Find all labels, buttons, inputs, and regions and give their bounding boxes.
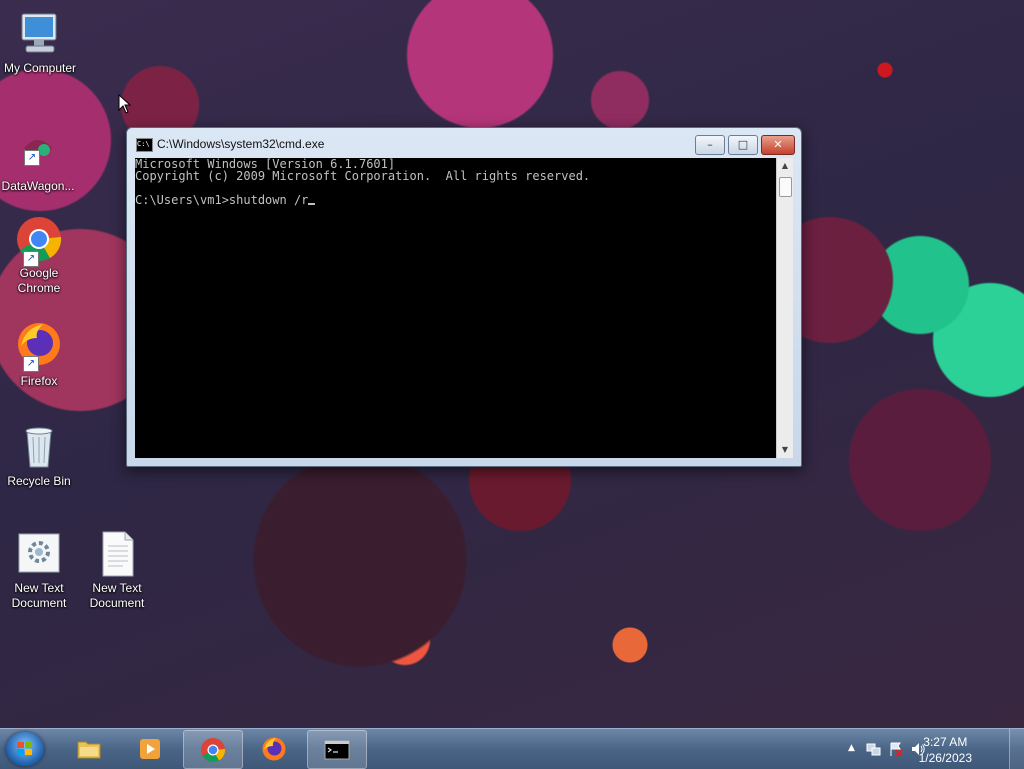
computer-icon — [16, 10, 64, 58]
desktop-icon-label: Firefox — [20, 374, 58, 388]
clock[interactable]: 3:27 AM 1/26/2023 — [919, 734, 972, 766]
taskbar-explorer-button[interactable] — [60, 730, 118, 767]
folder-icon — [77, 741, 101, 759]
scroll-up-arrow-icon[interactable]: ▲ — [777, 158, 793, 174]
network-icon[interactable] — [866, 741, 882, 757]
show-hidden-icons-arrow[interactable]: ▲ — [848, 743, 855, 753]
desktop-icon-recycle-bin[interactable]: Recycle Bin — [0, 423, 79, 489]
clock-time: 3:27 AM — [923, 735, 968, 749]
maximize-button[interactable]: □ — [728, 135, 758, 155]
shortcut-arrow-icon: ↗ — [23, 251, 39, 267]
console-line: Copyright (c) 2009 Microsoft Corporation… — [135, 169, 591, 183]
taskbar-firefox-button[interactable] — [245, 730, 303, 767]
command-prompt-icon — [324, 740, 350, 760]
desktop-icon-datawagon[interactable]: ↗ DataWagon... — [0, 128, 78, 194]
firefox-icon — [262, 737, 286, 761]
settings-document-icon — [15, 530, 63, 578]
clock-date: 1/26/2023 — [918, 751, 972, 765]
minimize-button[interactable]: – — [695, 135, 725, 155]
text-cursor — [308, 203, 316, 205]
windows-logo-icon — [17, 742, 33, 756]
action-center-flag-icon[interactable] — [888, 741, 904, 757]
chrome-icon: ↗ — [15, 215, 63, 267]
chrome-icon — [201, 738, 226, 763]
console-prompt-line: C:\Users\vm1>shutdown /r — [135, 194, 776, 206]
start-button[interactable] — [6, 732, 44, 766]
scroll-down-arrow-icon[interactable]: ▼ — [777, 442, 793, 458]
desktop-icon-google-chrome[interactable]: ↗ Google Chrome — [0, 215, 79, 296]
desktop-icon-new-text-document-1[interactable]: New Text Document — [0, 530, 79, 611]
shortcut-arrow-icon: ↗ — [24, 150, 40, 166]
taskbar: ▲ 3:27 AM 1/26/2023 — [0, 728, 1024, 769]
desktop-icon-firefox[interactable]: ↗ Firefox — [0, 320, 79, 389]
media-player-icon — [140, 739, 160, 759]
desktop-icon-label: DataWagon... — [1, 179, 75, 193]
taskbar-chrome-button[interactable] — [183, 730, 243, 769]
shortcut-arrow-icon: ↗ — [23, 356, 39, 372]
desktop-icon-label: Recycle Bin — [7, 474, 71, 488]
mouse-pointer-icon — [118, 94, 132, 114]
desktop-icon-new-text-document-2[interactable]: New Text Document — [77, 530, 157, 611]
title-bar[interactable]: C:\ C:\Windows\system32\cmd.exe – □ ✕ — [127, 128, 801, 158]
firefox-icon: ↗ — [15, 320, 63, 372]
desktop-icon-label: My Computer — [3, 61, 77, 75]
datawagon-icon: ↗ — [14, 128, 62, 176]
close-button[interactable]: ✕ — [761, 135, 795, 155]
desktop-icon-label: Google Chrome — [17, 266, 61, 295]
vertical-scrollbar[interactable]: ▲ ▼ — [776, 158, 793, 458]
taskbar-media-player-button[interactable] — [121, 730, 179, 767]
console-output[interactable]: Microsoft Windows [Version 6.1.7601] Cop… — [135, 158, 776, 458]
taskbar-cmd-button[interactable] — [307, 730, 367, 769]
desktop-icon-label: New Text Document — [11, 581, 67, 610]
recycle-bin-icon — [15, 423, 63, 471]
cmd-icon: C:\ — [136, 138, 153, 152]
desktop-icon-my-computer[interactable]: My Computer — [0, 10, 80, 76]
text-document-icon — [93, 530, 141, 578]
show-desktop-button[interactable] — [1009, 729, 1024, 769]
window-title: C:\Windows\system32\cmd.exe — [157, 137, 325, 151]
desktop-icon-label: New Text Document — [89, 581, 145, 610]
scroll-thumb[interactable] — [779, 177, 792, 197]
console-command: C:\Users\vm1>shutdown /r — [135, 193, 309, 207]
cmd-window[interactable]: C:\ C:\Windows\system32\cmd.exe – □ ✕ Mi… — [126, 127, 802, 467]
